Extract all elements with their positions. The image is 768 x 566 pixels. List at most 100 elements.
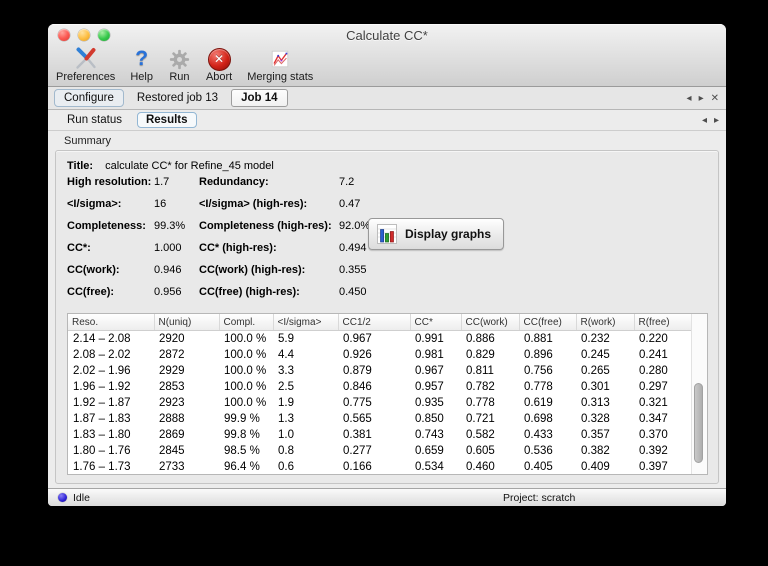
- table-row[interactable]: 1.83 – 1.80 2869 99.8 % 1.0 0.381 0.743 0.582 0…: [68, 427, 692, 443]
- table-cell: 2853: [159, 381, 185, 394]
- project-label: Project: scratch: [503, 491, 576, 504]
- table-cell: 0.778: [524, 381, 553, 394]
- minimize-window-button[interactable]: [78, 29, 90, 41]
- subtab-results[interactable]: Results: [136, 112, 197, 128]
- job-tab-bar: Configure Restored job 13 Job 14 ◂ ▸ ✕: [48, 87, 726, 110]
- run-button[interactable]: Run: [168, 47, 191, 83]
- summary-label1-1: <I/sigma>:: [67, 198, 122, 211]
- status-text: Idle: [73, 491, 90, 504]
- tab-scroll-left-icon[interactable]: ◂: [687, 93, 692, 104]
- tab-close-icon[interactable]: ✕: [711, 93, 719, 104]
- summary-title-value: calculate CC* for Refine_45 model: [105, 160, 274, 172]
- table-cell: 100.0 %: [224, 365, 267, 378]
- summary-value1-5: 0.956: [154, 286, 182, 299]
- summary-label1-3: CC*:: [67, 242, 91, 255]
- preferences-button[interactable]: Preferences: [56, 47, 115, 83]
- column-header[interactable]: CC(work): [460, 314, 519, 332]
- status-indicator-icon: [58, 493, 67, 502]
- column-header[interactable]: CC*: [409, 314, 461, 332]
- summary-value1-4: 0.946: [154, 264, 182, 277]
- table-cell: 1.92 – 1.87: [73, 397, 131, 410]
- table-row[interactable]: 2.02 – 1.96 2929 100.0 % 3.3 0.879 0.967 0.811…: [68, 363, 692, 379]
- titlebar[interactable]: Calculate CC*: [48, 24, 726, 46]
- table-cell: 0.967: [343, 333, 372, 346]
- screen: Calculate CC* Preferences ? Help Run ✕ A…: [0, 0, 768, 566]
- table-row[interactable]: 2.08 – 2.02 2872 100.0 % 4.4 0.926 0.981 0.829…: [68, 347, 692, 363]
- table-cell: 0.850: [415, 413, 444, 426]
- table-cell: 0.433: [524, 429, 553, 442]
- tab-job-14[interactable]: Job 14: [231, 89, 288, 107]
- subtab-scroll-right-icon[interactable]: ▸: [714, 115, 719, 126]
- column-header[interactable]: <I/sigma>: [272, 314, 338, 332]
- table-cell: 0.328: [581, 413, 610, 426]
- column-header[interactable]: N(uniq): [153, 314, 219, 332]
- table-cell: 0.811: [466, 365, 494, 378]
- table-cell: 0.220: [639, 333, 668, 346]
- table-cell: 2869: [159, 429, 185, 442]
- summary-label2-5: CC(free) (high-res):: [199, 286, 300, 299]
- subtab-scroll-left-icon[interactable]: ◂: [702, 115, 707, 126]
- table-cell: 1.3: [278, 413, 294, 426]
- table-cell: 0.370: [639, 429, 668, 442]
- table-cell: 2920: [159, 333, 185, 346]
- table-cell: 0.698: [524, 413, 553, 426]
- table-cell: 0.935: [415, 397, 444, 410]
- summary-label2-4: CC(work) (high-res):: [199, 264, 306, 277]
- column-header[interactable]: R(work): [575, 314, 634, 332]
- close-window-button[interactable]: [58, 29, 70, 41]
- tab-configure[interactable]: Configure: [54, 89, 124, 107]
- tab-restored-job-13[interactable]: Restored job 13: [127, 89, 228, 107]
- summary-value1-2: 99.3%: [154, 220, 186, 233]
- table-cell: 0.265: [581, 365, 610, 378]
- window-chrome: Calculate CC* Preferences ? Help Run ✕ A…: [48, 24, 726, 87]
- table-row[interactable]: 1.92 – 1.87 2923 100.0 % 1.9 0.775 0.935 0.778…: [68, 395, 692, 411]
- table-scrollbar-thumb[interactable]: [694, 383, 703, 463]
- table-cell: 0.536: [524, 445, 553, 458]
- results-table-container: Reso. N(uniq) Compl. <I/sigma> CC1/2 CC* CC(wo…: [67, 313, 708, 475]
- table-scrollbar[interactable]: [691, 314, 707, 474]
- table-row[interactable]: 1.96 – 1.92 2853 100.0 % 2.5 0.846 0.957 0.782…: [68, 379, 692, 395]
- help-button[interactable]: ? Help: [130, 47, 153, 84]
- table-header-row: Reso. N(uniq) Compl. <I/sigma> CC1/2 CC* CC(wo…: [68, 314, 692, 332]
- merging-stats-button[interactable]: Merging stats: [247, 47, 313, 83]
- table-cell: 0.659: [415, 445, 444, 458]
- summary-label1-0: High resolution:: [67, 176, 152, 189]
- column-header[interactable]: Compl.: [218, 314, 273, 332]
- run-gear-icon: [168, 47, 191, 71]
- result-subtab-bar: Run status Results ◂ ▸: [48, 110, 726, 131]
- table-cell: 0.565: [343, 413, 372, 426]
- table-cell: 0.357: [581, 429, 610, 442]
- table-cell: 100.0 %: [224, 397, 267, 410]
- summary-value2-1: 0.47: [339, 198, 361, 211]
- table-cell: 2.14 – 2.08: [73, 333, 131, 346]
- table-cell: 0.896: [524, 349, 553, 362]
- display-graphs-button[interactable]: Display graphs: [368, 218, 505, 250]
- table-cell: 0.277: [343, 445, 372, 458]
- status-bar: Idle Project: scratch: [48, 488, 726, 506]
- table-row[interactable]: 1.80 – 1.76 2845 98.5 % 0.8 0.277 0.659 0.605 0…: [68, 443, 692, 459]
- column-header[interactable]: R(free): [633, 314, 692, 332]
- subtab-run-status[interactable]: Run status: [58, 112, 131, 128]
- table-cell: 0.6: [278, 461, 294, 474]
- table-cell: 0.775: [343, 397, 372, 410]
- table-row[interactable]: 1.87 – 1.83 2888 99.9 % 1.3 0.565 0.850 0.721 0…: [68, 411, 692, 427]
- toolbar: Preferences ? Help Run ✕ Abort Merging s…: [48, 46, 726, 86]
- table-cell: 100.0 %: [224, 381, 267, 394]
- table-row[interactable]: 1.76 – 1.73 2733 96.4 % 0.6 0.166 0.534 0.460 0…: [68, 459, 692, 474]
- column-header[interactable]: CC1/2: [337, 314, 410, 332]
- table-cell: 2733: [159, 461, 185, 474]
- abort-button[interactable]: ✕ Abort: [206, 47, 232, 83]
- column-header[interactable]: Reso.: [68, 314, 154, 332]
- table-row[interactable]: 2.14 – 2.08 2920 100.0 % 5.9 0.967 0.991 0.886…: [68, 331, 692, 348]
- tab-scroll-right-icon[interactable]: ▸: [699, 93, 704, 104]
- table-cell: 0.313: [581, 397, 610, 410]
- zoom-window-button[interactable]: [98, 29, 110, 41]
- table-cell: 0.347: [639, 413, 668, 426]
- table-cell: 0.382: [581, 445, 610, 458]
- table-cell: 0.991: [415, 333, 444, 346]
- run-label: Run: [169, 71, 190, 83]
- column-header[interactable]: CC(free): [518, 314, 576, 332]
- merging-stats-chart-icon: [269, 47, 291, 71]
- table-cell: 0.782: [466, 381, 495, 394]
- summary-label2-2: Completeness (high-res):: [199, 220, 332, 233]
